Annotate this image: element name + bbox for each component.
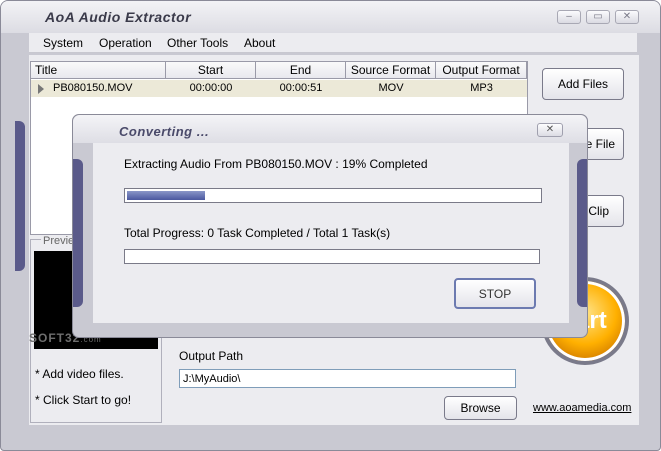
hint-add-video: * Add video files. <box>35 367 124 381</box>
preview-label: Previe <box>41 235 77 247</box>
file-progress-bar <box>124 188 542 203</box>
close-icon[interactable]: ✕ <box>615 10 639 24</box>
cell-output-format: MP3 <box>470 82 493 94</box>
left-side-decoration <box>15 121 25 271</box>
menu-operation[interactable]: Operation <box>99 36 152 50</box>
browse-button[interactable]: Browse <box>444 396 517 420</box>
title-bar[interactable]: AoA Audio Extractor – ▭ ✕ <box>1 1 660 33</box>
output-path-label: Output Path <box>179 349 244 363</box>
minimize-icon[interactable]: – <box>557 10 581 24</box>
dialog-title-bar[interactable]: Converting ... ✕ <box>73 115 587 143</box>
column-output-format[interactable]: Output Format <box>436 62 527 79</box>
table-row[interactable]: PB080150.MOV 00:00:00 00:00:51 MOV MP3 <box>31 80 527 97</box>
hint-click-start: * Click Start to go! <box>35 393 132 407</box>
maximize-icon[interactable]: ▭ <box>586 10 610 24</box>
dialog-right-decoration <box>577 159 587 307</box>
output-path-input[interactable] <box>179 369 516 388</box>
add-files-button[interactable]: Add Files <box>542 68 624 100</box>
dialog-close-icon[interactable]: ✕ <box>537 123 563 137</box>
stop-button[interactable]: STOP <box>454 278 536 309</box>
extract-status-text: Extracting Audio From PB080150.MOV : 19%… <box>124 157 428 171</box>
menu-about[interactable]: About <box>244 36 275 50</box>
column-title[interactable]: Title <box>31 62 166 79</box>
cell-start: 00:00:00 <box>189 82 233 94</box>
menu-system[interactable]: System <box>43 36 83 50</box>
cell-end: 00:00:51 <box>279 82 323 94</box>
website-link[interactable]: www.aoamedia.com <box>533 402 631 414</box>
cell-source-format: MOV <box>378 82 404 94</box>
app-title: AoA Audio Extractor <box>45 9 192 25</box>
column-source-format[interactable]: Source Format <box>346 62 436 79</box>
menu-other-tools[interactable]: Other Tools <box>167 36 228 50</box>
column-end[interactable]: End <box>256 62 346 79</box>
total-progress-bar <box>124 249 540 264</box>
file-progress-fill <box>127 191 205 200</box>
total-progress-text: Total Progress: 0 Task Completed / Total… <box>124 226 391 240</box>
dialog-left-decoration <box>73 159 83 307</box>
dialog-title: Converting ... <box>119 124 210 139</box>
row-arrow-icon <box>38 84 44 94</box>
menu-bar: System Operation Other Tools About <box>29 33 637 53</box>
column-start[interactable]: Start <box>166 62 256 79</box>
cell-title: PB080150.MOV <box>53 82 133 94</box>
